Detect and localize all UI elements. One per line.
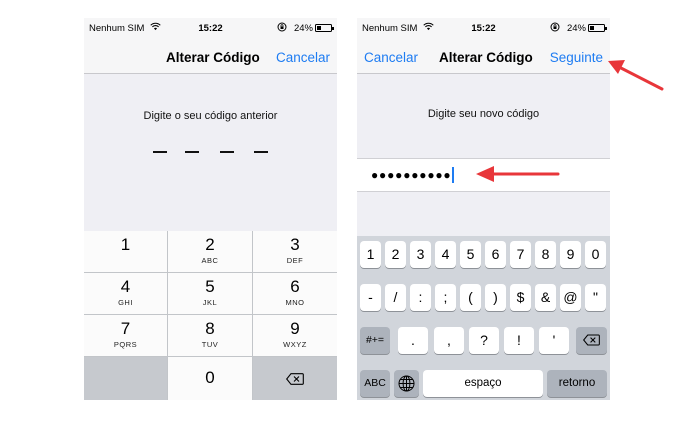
key-3[interactable]: 3 — [410, 241, 431, 268]
phone-screen-left: Nenhum SIM 15:22 24% Alterar Código Canc… — [84, 18, 337, 400]
keyboard: 1 2 3 4 5 6 7 8 9 0 - / : ; ( ) $ & @ " … — [357, 236, 610, 400]
navigation-bar: Alterar Código Cancelar — [84, 38, 337, 74]
page-title: Alterar Código — [439, 50, 533, 65]
text-cursor — [452, 167, 454, 183]
key-open-paren[interactable]: ( — [460, 284, 481, 311]
cancel-button[interactable]: Cancelar — [364, 50, 418, 65]
keypad-key-2[interactable]: 2 ABC — [168, 231, 253, 273]
passcode-prompt: Digite seu novo código — [427, 108, 540, 120]
rotation-lock-icon — [550, 22, 560, 32]
key-at[interactable]: @ — [560, 284, 581, 311]
key-digit: 2 — [205, 235, 215, 254]
key-digit: 0 — [205, 368, 215, 387]
delete-backspace-icon — [583, 334, 600, 346]
key-digit: 8 — [205, 319, 215, 338]
keypad-key-4[interactable]: 4 GHI — [84, 273, 168, 315]
key-digit: 7 — [120, 319, 131, 338]
key-digit: 1 — [120, 235, 131, 254]
keypad-key-1[interactable]: 1 — [84, 231, 168, 273]
keypad-key-5[interactable]: 5 JKL — [168, 273, 253, 315]
cancel-button[interactable]: Cancelar — [276, 50, 330, 65]
passcode-digit-slot — [185, 151, 199, 153]
key-6[interactable]: 6 — [485, 241, 506, 268]
key-letters: GHI — [118, 298, 133, 307]
page-title: Alterar Código — [166, 50, 260, 65]
battery-percentage: 24% — [293, 23, 313, 34]
key-dollar[interactable]: $ — [510, 284, 531, 311]
keypad-key-9[interactable]: 9 WXYZ — [253, 315, 337, 357]
key-2[interactable]: 2 — [385, 241, 406, 268]
key-letters: JKL — [202, 298, 218, 307]
key-digit: 9 — [290, 319, 300, 338]
navigation-bar: Cancelar Alterar Código Seguinte — [357, 38, 610, 74]
delete-key[interactable] — [576, 327, 607, 354]
password-dots: ●●●●●●●●●● — [371, 168, 452, 182]
key-exclamation[interactable]: ! — [504, 327, 534, 354]
key-letters: WXYZ — [283, 340, 307, 349]
more-symbols-key[interactable]: #+= — [360, 327, 390, 354]
numeric-keypad: 1 2 ABC 3 DEF 4 GHI 5 JKL 6 MNO 7 PQRS 8… — [84, 231, 337, 400]
key-digit: 6 — [290, 277, 300, 296]
passcode-digit-slot — [254, 151, 268, 153]
keypad-key-8[interactable]: 8 TUV — [168, 315, 253, 357]
key-comma[interactable]: , — [434, 327, 464, 354]
keypad-key-7[interactable]: 7 PQRS — [84, 315, 168, 357]
status-bar: Nenhum SIM 15:22 24% — [357, 18, 610, 38]
key-letters: MNO — [285, 298, 305, 307]
rotation-lock-icon — [277, 22, 287, 32]
keypad-key-0[interactable]: 0 — [168, 357, 253, 400]
battery-percentage: 24% — [566, 23, 586, 34]
key-period[interactable]: . — [398, 327, 428, 354]
passcode-digit-slot — [220, 151, 234, 153]
key-letters: PQRS — [113, 340, 138, 349]
key-0[interactable]: 0 — [585, 241, 606, 268]
key-letters: DEF — [286, 256, 304, 265]
key-4[interactable]: 4 — [435, 241, 456, 268]
key-apostrophe[interactable]: ' — [539, 327, 569, 354]
globe-icon — [398, 375, 415, 392]
battery-icon — [588, 24, 607, 32]
key-7[interactable]: 7 — [510, 241, 531, 268]
status-bar: Nenhum SIM 15:22 24% — [84, 18, 337, 38]
key-semicolon[interactable]: ; — [435, 284, 456, 311]
key-close-paren[interactable]: ) — [485, 284, 506, 311]
keypad-key-6[interactable]: 6 MNO — [253, 273, 337, 315]
key-letters: ABC — [201, 256, 219, 265]
key-quote[interactable]: " — [585, 284, 606, 311]
abc-key[interactable]: ABC — [360, 370, 390, 397]
phone-screen-right: Nenhum SIM 15:22 24% Cancelar Alterar Có… — [357, 18, 610, 400]
delete-backspace-icon — [286, 373, 304, 385]
next-button[interactable]: Seguinte — [550, 50, 603, 65]
key-digit: 4 — [120, 277, 131, 296]
battery-icon — [315, 24, 334, 32]
key-digit: 5 — [205, 277, 215, 296]
key-digit: 3 — [290, 235, 300, 254]
globe-key[interactable] — [394, 370, 419, 397]
key-ampersand[interactable]: & — [535, 284, 556, 311]
keypad-delete-key[interactable] — [253, 357, 337, 400]
space-key[interactable]: espaço — [423, 370, 543, 397]
keypad-blank-key — [84, 357, 168, 400]
key-slash[interactable]: / — [385, 284, 406, 311]
arrow-pointing-next-button — [608, 60, 664, 91]
return-key[interactable]: retorno — [547, 370, 607, 397]
key-8[interactable]: 8 — [535, 241, 556, 268]
key-question[interactable]: ? — [469, 327, 499, 354]
keypad-key-3[interactable]: 3 DEF — [253, 231, 337, 273]
key-1[interactable]: 1 — [360, 241, 381, 268]
key-colon[interactable]: : — [410, 284, 431, 311]
key-5[interactable]: 5 — [460, 241, 481, 268]
arrow-pointing-passcode-field — [476, 166, 560, 182]
passcode-prompt: Digite o seu código anterior — [143, 110, 278, 122]
passcode-digit-slot — [153, 151, 167, 153]
key-letters: TUV — [201, 340, 219, 349]
key-hyphen[interactable]: - — [360, 284, 381, 311]
key-9[interactable]: 9 — [560, 241, 581, 268]
